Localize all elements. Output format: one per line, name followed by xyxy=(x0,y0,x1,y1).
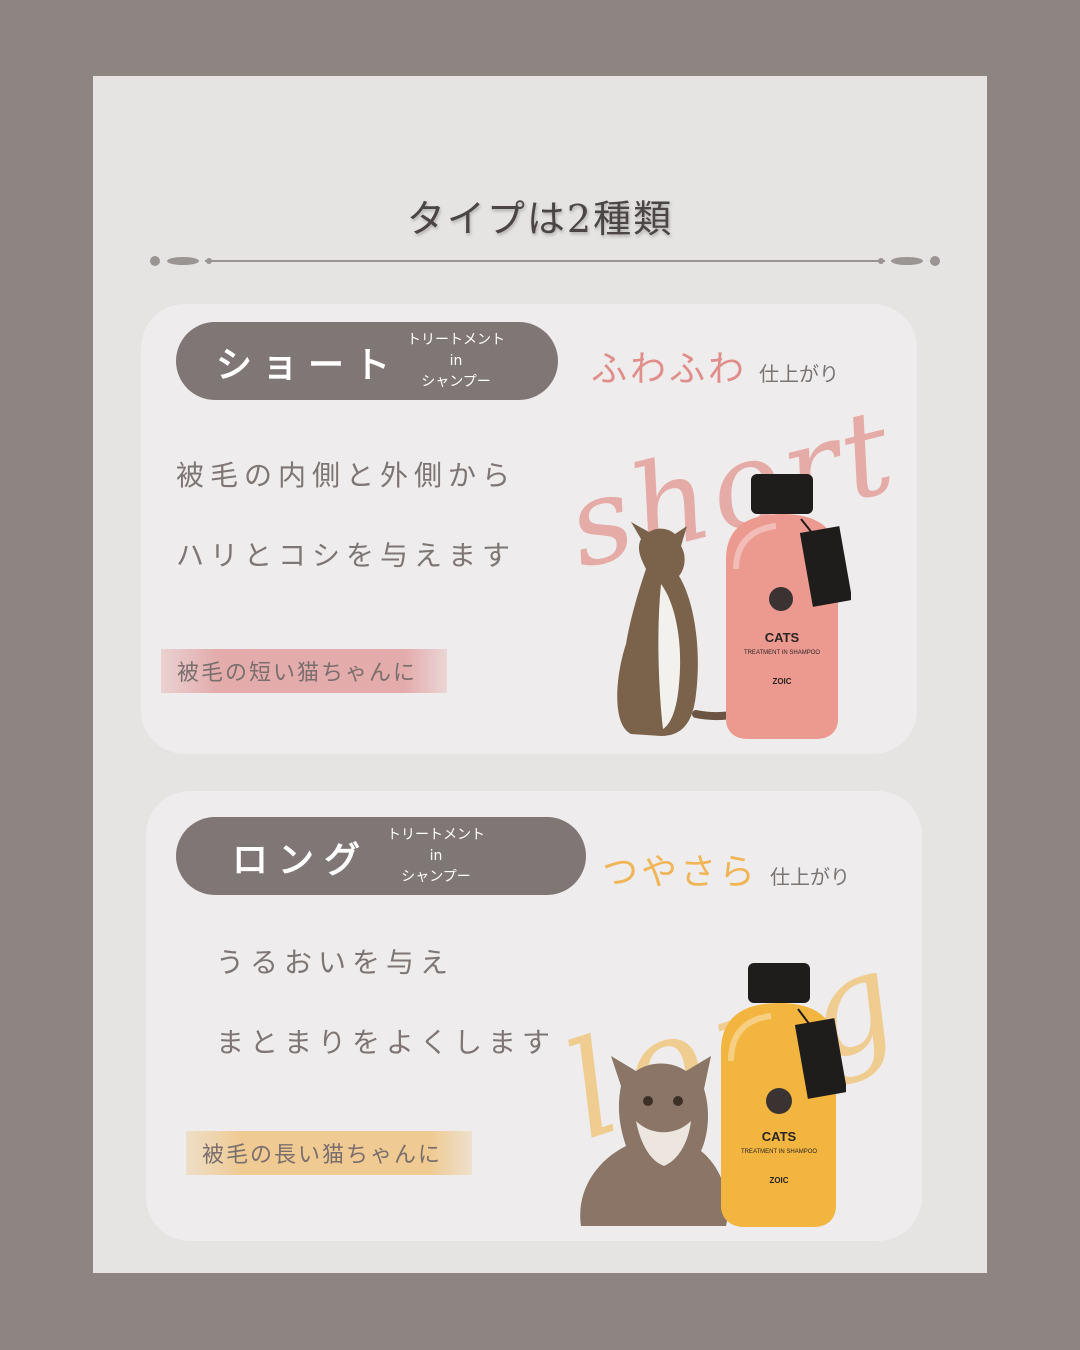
subtitle-line: シャンプー xyxy=(401,869,471,885)
long-type-card: ロング トリートメント in シャンプー つやさら仕上がり long うるおいを… xyxy=(146,791,927,1241)
long-type-label-pill: ロング トリートメント in シャンプー xyxy=(176,817,586,895)
subtitle-line: in xyxy=(429,848,443,864)
subtitle-line: シャンプー xyxy=(421,374,491,390)
long-finish-suffix: 仕上がり xyxy=(770,867,851,889)
short-bottle-maker: ZOIC xyxy=(772,677,791,686)
long-bottle-maker: ZOIC xyxy=(769,1176,788,1185)
long-bottle-product: TREATMENT IN SHAMPOO xyxy=(741,1149,817,1155)
long-type-subtitle: トリートメント in シャンプー xyxy=(376,825,496,888)
short-finish-suffix: 仕上がり xyxy=(759,364,840,386)
short-bottle-product: TREATMENT IN SHAMPOO xyxy=(744,650,820,656)
subtitle-line: トリートメント xyxy=(387,827,485,843)
long-hair-cat-icon xyxy=(580,1056,728,1226)
short-type-name: ショート xyxy=(216,344,401,385)
ornamental-divider xyxy=(150,256,940,266)
long-product-illustration: CATS TREATMENT IN SHAMPOO ZOIC xyxy=(580,963,846,1227)
short-description-line-2: ハリとコシを与えます xyxy=(176,540,517,571)
long-type-name: ロング xyxy=(232,839,371,880)
short-type-subtitle: トリートメント in シャンプー xyxy=(396,330,516,393)
short-type-label-pill: ショート トリートメント in シャンプー xyxy=(176,322,558,400)
subtitle-line: トリートメント xyxy=(407,332,505,348)
long-bottle-brand: CATS xyxy=(762,1129,797,1144)
long-description-line-2: まとまりをよくします xyxy=(216,1027,557,1058)
long-finish-label: つやさら 仕上がり xyxy=(602,843,850,895)
short-description-line-1: 被毛の内側と外側から xyxy=(176,460,517,491)
long-target-highlight: 被毛の長い猫ちゃんに xyxy=(186,1131,473,1175)
short-type-card: ショート トリートメント in シャンプー ふわふわ 仕上がり short 被毛の… xyxy=(141,304,917,754)
short-bottle-brand: CATS xyxy=(765,630,800,645)
long-description-line-1: うるおいを与え xyxy=(216,947,455,978)
info-sheet: タイプは2種類 ショート トリートメント in シャンプー ふわふわ 仕上がり s… xyxy=(93,76,987,1273)
short-target-highlight: 被毛の短い猫ちゃんに xyxy=(161,649,448,693)
short-finish-word: ふわふわ xyxy=(591,348,748,389)
subtitle-line: in xyxy=(449,353,463,369)
long-finish-word: つやさら xyxy=(602,851,759,892)
short-product-illustration: CATS TREATMENT IN SHAMPOO ZOIC xyxy=(617,474,851,739)
page-title: タイプは2種類 xyxy=(406,197,674,241)
long-shampoo-bottle: CATS TREATMENT IN SHAMPOO ZOIC xyxy=(721,963,846,1227)
short-finish-label: ふわふわ 仕上がり xyxy=(591,340,839,392)
short-shampoo-bottle: CATS TREATMENT IN SHAMPOO ZOIC xyxy=(726,474,851,739)
